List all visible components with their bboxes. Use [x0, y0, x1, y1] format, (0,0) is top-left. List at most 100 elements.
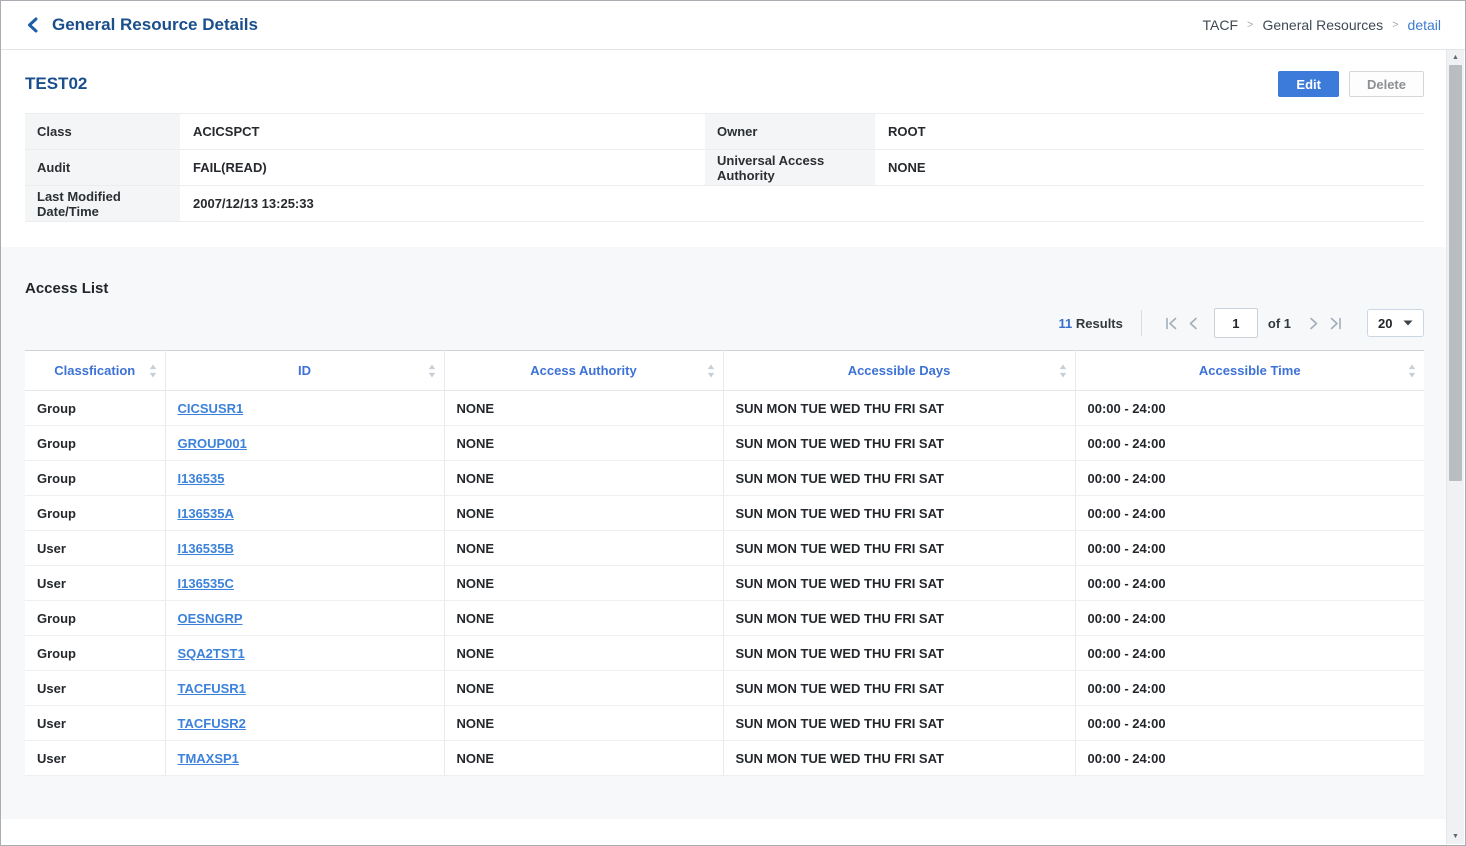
window: General Resource Details TACF > General Re…	[0, 0, 1466, 846]
cell-accessible-time: 00:00 - 24:00	[1075, 601, 1424, 636]
table-row: GroupI136535ANONESUN MON TUE WED THU FRI…	[25, 496, 1424, 531]
cell-access-authority: NONE	[444, 391, 723, 426]
results-count: 11	[1059, 316, 1073, 331]
results-label: Results	[1076, 316, 1123, 331]
cell-access-authority: NONE	[444, 426, 723, 461]
cell-access-authority: NONE	[444, 706, 723, 741]
id-link[interactable]: GROUP001	[178, 436, 247, 451]
cell-access-authority: NONE	[444, 496, 723, 531]
detail-field-label: Last Modified Date/Time	[25, 186, 180, 222]
cell-access-authority: NONE	[444, 566, 723, 601]
sort-icon	[707, 363, 715, 378]
id-link[interactable]: SQA2TST1	[178, 646, 245, 661]
id-link[interactable]: OESNGRP	[178, 611, 243, 626]
detail-field-label: Class	[25, 114, 180, 150]
edit-button[interactable]: Edit	[1278, 71, 1339, 97]
detail-field-value	[875, 186, 1424, 222]
id-link[interactable]: TMAXSP1	[178, 751, 239, 766]
id-link[interactable]: CICSUSR1	[178, 401, 244, 416]
id-link[interactable]: I136535	[178, 471, 225, 486]
detail-field-label: Owner	[705, 114, 875, 150]
breadcrumb-item-detail[interactable]: detail	[1408, 17, 1441, 33]
detail-field-value: ACICSPCT	[180, 114, 705, 150]
column-header-id[interactable]: ID	[165, 351, 444, 391]
cell-id: I136535C	[165, 566, 444, 601]
id-link[interactable]: I136535B	[178, 541, 234, 556]
back-button[interactable]	[25, 17, 40, 33]
detail-field-value: FAIL(READ)	[180, 150, 705, 186]
next-page-button[interactable]	[1305, 314, 1323, 332]
access-list-table: ClassficationIDAccess AuthorityAccessibl…	[25, 350, 1424, 776]
column-header-classfication[interactable]: Classfication	[25, 351, 165, 391]
table-row: GroupSQA2TST1NONESUN MON TUE WED THU FRI…	[25, 636, 1424, 671]
prev-page-icon	[1188, 317, 1198, 330]
cell-classification: User	[25, 566, 165, 601]
chevron-down-icon	[1403, 320, 1413, 326]
cell-classification: User	[25, 531, 165, 566]
id-link[interactable]: I136535A	[178, 506, 234, 521]
table-row: GroupI136535NONESUN MON TUE WED THU FRI …	[25, 461, 1424, 496]
breadcrumb-separator: >	[1392, 19, 1398, 31]
chevron-left-icon	[25, 17, 40, 33]
page-number-input[interactable]	[1214, 308, 1258, 338]
cell-accessible-time: 00:00 - 24:00	[1075, 496, 1424, 531]
cell-accessible-time: 00:00 - 24:00	[1075, 566, 1424, 601]
cell-accessible-time: 00:00 - 24:00	[1075, 531, 1424, 566]
resource-details-table: ClassACICSPCTOwnerROOTAuditFAIL(READ)Uni…	[25, 113, 1424, 222]
cell-id: I136535	[165, 461, 444, 496]
sort-icon	[428, 363, 436, 378]
cell-classification: User	[25, 741, 165, 776]
id-link[interactable]: TACFUSR1	[178, 681, 246, 696]
content: TEST02 Edit Delete ClassACICSPCTOwnerROO…	[1, 50, 1448, 819]
cell-accessible-days: SUN MON TUE WED THU FRI SAT	[723, 496, 1075, 531]
page-size-value: 20	[1378, 316, 1392, 331]
table-row: GroupCICSUSR1NONESUN MON TUE WED THU FRI…	[25, 391, 1424, 426]
cell-access-authority: NONE	[444, 461, 723, 496]
cell-accessible-time: 00:00 - 24:00	[1075, 741, 1424, 776]
id-link[interactable]: I136535C	[178, 576, 234, 591]
cell-id: TMAXSP1	[165, 741, 444, 776]
scroll-up-icon[interactable]: ▲	[1447, 54, 1464, 61]
table-row: UserTMAXSP1NONESUN MON TUE WED THU FRI S…	[25, 741, 1424, 776]
cell-classification: User	[25, 706, 165, 741]
page-title: General Resource Details	[52, 15, 258, 35]
column-header-accessible-time[interactable]: Accessible Time	[1075, 351, 1424, 391]
delete-button[interactable]: Delete	[1349, 71, 1424, 97]
cell-id: GROUP001	[165, 426, 444, 461]
cell-accessible-days: SUN MON TUE WED THU FRI SAT	[723, 601, 1075, 636]
cell-access-authority: NONE	[444, 741, 723, 776]
cell-id: TACFUSR1	[165, 671, 444, 706]
column-header-access-authority[interactable]: Access Authority	[444, 351, 723, 391]
table-row: GroupOESNGRPNONESUN MON TUE WED THU FRI …	[25, 601, 1424, 636]
last-page-button[interactable]	[1327, 314, 1345, 332]
resource-details-section: TEST02 Edit Delete ClassACICSPCTOwnerROO…	[1, 50, 1448, 222]
action-buttons: Edit Delete	[1278, 71, 1424, 97]
table-row: UserI136535BNONESUN MON TUE WED THU FRI …	[25, 531, 1424, 566]
scroll-down-icon[interactable]: ▼	[1447, 833, 1464, 840]
column-header-accessible-days[interactable]: Accessible Days	[723, 351, 1075, 391]
cell-accessible-days: SUN MON TUE WED THU FRI SAT	[723, 706, 1075, 741]
cell-accessible-days: SUN MON TUE WED THU FRI SAT	[723, 391, 1075, 426]
cell-id: OESNGRP	[165, 601, 444, 636]
scrollbar-thumb[interactable]	[1449, 65, 1462, 481]
cell-accessible-days: SUN MON TUE WED THU FRI SAT	[723, 636, 1075, 671]
prev-page-button[interactable]	[1184, 314, 1202, 332]
access-list-title: Access List	[25, 247, 1424, 297]
first-page-button[interactable]	[1162, 314, 1180, 332]
page-of-label: of 1	[1268, 316, 1291, 331]
breadcrumb-item-general-resources[interactable]: General Resources	[1262, 17, 1383, 33]
id-link[interactable]: TACFUSR2	[178, 716, 246, 731]
cell-access-authority: NONE	[444, 671, 723, 706]
cell-classification: Group	[25, 461, 165, 496]
page-size-dropdown[interactable]: 20	[1367, 309, 1424, 337]
breadcrumb-item-tacf[interactable]: TACF	[1203, 17, 1239, 33]
detail-field-label: Universal Access Authority	[705, 150, 875, 186]
cell-accessible-time: 00:00 - 24:00	[1075, 461, 1424, 496]
breadcrumb: TACF > General Resources > detail	[1203, 17, 1441, 33]
cell-id: CICSUSR1	[165, 391, 444, 426]
breadcrumb-separator: >	[1247, 19, 1253, 31]
resource-name: TEST02	[25, 74, 87, 94]
resource-header: TEST02 Edit Delete	[25, 50, 1424, 98]
toolbar-divider	[1141, 310, 1142, 336]
vertical-scrollbar[interactable]: ▲ ▼	[1446, 50, 1464, 844]
